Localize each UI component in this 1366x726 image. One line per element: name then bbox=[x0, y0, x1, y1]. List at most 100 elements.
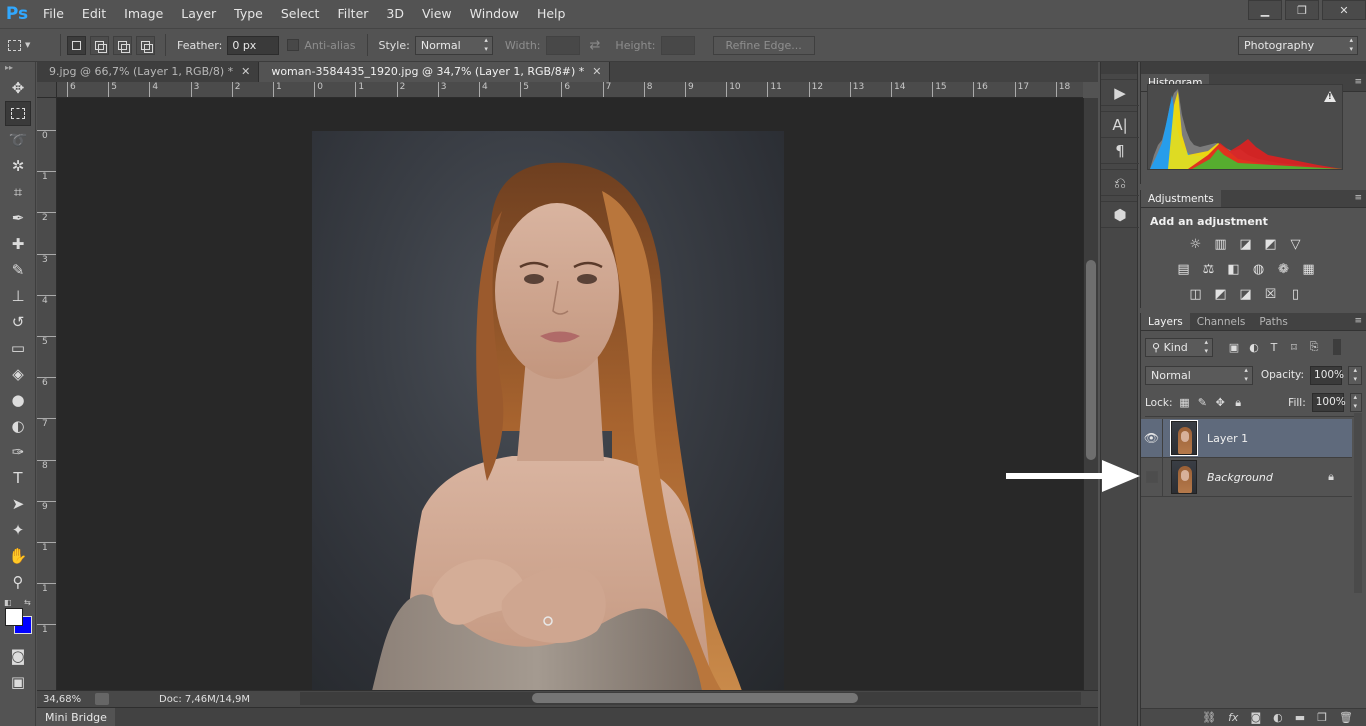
menu-image[interactable]: Image bbox=[115, 0, 172, 28]
vertical-scrollbar[interactable] bbox=[1083, 98, 1098, 690]
lock-position-icon[interactable]: ✥ bbox=[1214, 396, 1226, 410]
swap-icon[interactable]: ⇄ bbox=[590, 38, 601, 53]
adjustment-filter-icon[interactable]: ◐ bbox=[1247, 340, 1261, 354]
lock-transparent-icon[interactable]: ▦ bbox=[1178, 396, 1190, 410]
magic-wand-icon[interactable]: ✲ bbox=[5, 153, 31, 178]
marquee-icon[interactable] bbox=[5, 101, 31, 126]
menu-filter[interactable]: Filter bbox=[328, 0, 377, 28]
new-adjustment-icon[interactable]: ◐ bbox=[1273, 711, 1283, 724]
new-layer-icon[interactable]: ❐ bbox=[1317, 711, 1327, 724]
menu-layer[interactable]: Layer bbox=[172, 0, 225, 28]
gradient-map-icon[interactable]: ▯ bbox=[1287, 286, 1304, 303]
panel-menu-icon[interactable]: ≡ bbox=[1354, 77, 1362, 87]
layer-thumbnail[interactable] bbox=[1170, 420, 1198, 456]
move-icon[interactable]: ✥ bbox=[5, 75, 31, 100]
quick-mask-icon[interactable]: ◙ bbox=[5, 643, 31, 668]
visibility-toggle[interactable] bbox=[1141, 457, 1163, 497]
menu-view[interactable]: View bbox=[413, 0, 461, 28]
tab-layers[interactable]: Layers bbox=[1141, 313, 1190, 330]
layer-name[interactable]: Layer 1 bbox=[1207, 432, 1248, 445]
fill-input[interactable]: 100% bbox=[1311, 393, 1346, 412]
close-tab-icon[interactable]: ✕ bbox=[241, 65, 250, 78]
menu-help[interactable]: Help bbox=[528, 0, 575, 28]
tab-channels[interactable]: Channels bbox=[1190, 313, 1253, 330]
dock-header[interactable] bbox=[1101, 62, 1137, 74]
opacity-input[interactable]: 100% bbox=[1310, 365, 1344, 385]
blur-icon[interactable]: ● bbox=[5, 387, 31, 412]
screen-mode-icon[interactable]: ▣ bbox=[5, 669, 31, 694]
photoshop-logo[interactable]: Ps bbox=[0, 0, 34, 28]
cache-warning-icon[interactable] bbox=[1324, 91, 1336, 102]
minimize-button[interactable]: ▁ bbox=[1248, 0, 1282, 20]
curves-icon[interactable]: ◪ bbox=[1237, 236, 1254, 253]
scroll-thumb[interactable] bbox=[1086, 260, 1096, 460]
lock-all-icon[interactable]: 🔒︎ bbox=[1232, 396, 1244, 410]
add-mask-icon[interactable]: ◙ bbox=[1250, 711, 1261, 724]
threshold-icon[interactable]: ◪ bbox=[1237, 286, 1254, 303]
panel-menu-icon[interactable]: ≡ bbox=[1354, 316, 1362, 326]
close-tab-icon[interactable]: ✕ bbox=[592, 65, 601, 78]
panel-menu-icon[interactable]: ≡ bbox=[1354, 193, 1362, 203]
actions-icon[interactable]: ▶ bbox=[1101, 80, 1139, 106]
tool-preset-picker[interactable]: ▼ bbox=[8, 34, 54, 56]
posterize-icon[interactable]: ◩ bbox=[1212, 286, 1229, 303]
type-filter-icon[interactable]: T bbox=[1267, 340, 1281, 354]
channel-mixer-icon[interactable]: ❁ bbox=[1275, 261, 1292, 278]
ruler-origin[interactable] bbox=[37, 82, 57, 98]
levels-icon[interactable]: ▥ bbox=[1212, 236, 1229, 253]
layer-row-background[interactable]: Background 🔒︎ bbox=[1141, 457, 1352, 497]
brightness-icon[interactable]: ☼ bbox=[1187, 236, 1204, 253]
hue-saturation-icon[interactable]: ▤ bbox=[1175, 261, 1192, 278]
menu-edit[interactable]: Edit bbox=[73, 0, 115, 28]
tab-woman-jpg[interactable]: woman-3584435_1920.jpg @ 34,7% (Layer 1,… bbox=[259, 62, 611, 82]
status-info-icon[interactable] bbox=[95, 693, 109, 705]
invert-icon[interactable]: ◫ bbox=[1187, 286, 1204, 303]
collapse-icon[interactable]: ▸▸ bbox=[0, 62, 35, 74]
swap-colors-icon[interactable]: ⇆ bbox=[24, 598, 31, 607]
zoom-level[interactable]: 34,68% bbox=[37, 694, 89, 705]
refine-edge-button[interactable]: Refine Edge... bbox=[712, 35, 815, 55]
menu-type[interactable]: Type bbox=[225, 0, 272, 28]
lasso-icon[interactable]: ➰ bbox=[5, 127, 31, 152]
layer-row-layer-1[interactable]: 👁︎ Layer 1 bbox=[1141, 418, 1352, 458]
shape-filter-icon[interactable]: ⌑ bbox=[1287, 340, 1301, 354]
dodge-icon[interactable]: ◐ bbox=[5, 413, 31, 438]
menu-3d[interactable]: 3D bbox=[377, 0, 413, 28]
close-button[interactable]: ✕ bbox=[1322, 0, 1366, 20]
visibility-toggle[interactable]: 👁︎ bbox=[1141, 418, 1163, 458]
smart-object-filter-icon[interactable]: ⎘ bbox=[1307, 340, 1321, 354]
brush-icon[interactable]: ✎ bbox=[5, 257, 31, 282]
zoom-icon[interactable]: ⚲ bbox=[5, 569, 31, 594]
layer-name[interactable]: Background bbox=[1207, 471, 1273, 484]
healing-icon[interactable]: ✚ bbox=[5, 231, 31, 256]
3d-icon[interactable]: ⬢ bbox=[1101, 202, 1139, 228]
fill-slider-toggle[interactable] bbox=[1349, 393, 1362, 412]
horizontal-ruler[interactable]: 6 5 4 3 2 1 0 1 2 3 4 5 6 7 8 9 10 11 12 13 14 15 16 17 18 bbox=[57, 82, 1083, 98]
intersect-selection-button[interactable] bbox=[136, 35, 155, 55]
opacity-slider-toggle[interactable] bbox=[1348, 365, 1362, 385]
filter-toggle[interactable] bbox=[1333, 339, 1341, 355]
path-select-icon[interactable]: ➤ bbox=[5, 491, 31, 516]
menu-window[interactable]: Window bbox=[461, 0, 528, 28]
restore-button[interactable]: ❐ bbox=[1285, 0, 1319, 20]
paragraph-icon[interactable]: ¶ bbox=[1101, 138, 1139, 164]
feather-input[interactable]: 0 px bbox=[227, 35, 280, 55]
menu-file[interactable]: File bbox=[34, 0, 73, 28]
vibrance-icon[interactable]: ▽ bbox=[1287, 236, 1304, 253]
canvas[interactable] bbox=[57, 98, 1083, 690]
delete-layer-icon[interactable]: 🗑︎ bbox=[1339, 711, 1353, 724]
shape-icon[interactable]: ✦ bbox=[5, 517, 31, 542]
mini-bridge-tab[interactable]: Mini Bridge bbox=[37, 708, 115, 726]
photo-filter-icon[interactable]: ◍ bbox=[1250, 261, 1267, 278]
subtract-from-selection-button[interactable] bbox=[113, 35, 132, 55]
fx-icon[interactable]: fx bbox=[1228, 711, 1238, 724]
tab-paths[interactable]: Paths bbox=[1252, 313, 1295, 330]
default-colors-icon[interactable]: ◧ bbox=[4, 598, 12, 607]
blend-mode-select[interactable]: Normal bbox=[1145, 365, 1253, 385]
bucket-icon[interactable]: ◈ bbox=[5, 361, 31, 386]
pen-icon[interactable]: ✑ bbox=[5, 439, 31, 464]
foreground-color-swatch[interactable] bbox=[5, 608, 23, 626]
link-layers-icon[interactable]: ⛓ bbox=[1202, 711, 1216, 724]
eyedropper-icon[interactable]: ✒ bbox=[5, 205, 31, 230]
color-lookup-icon[interactable]: ▦ bbox=[1300, 261, 1317, 278]
